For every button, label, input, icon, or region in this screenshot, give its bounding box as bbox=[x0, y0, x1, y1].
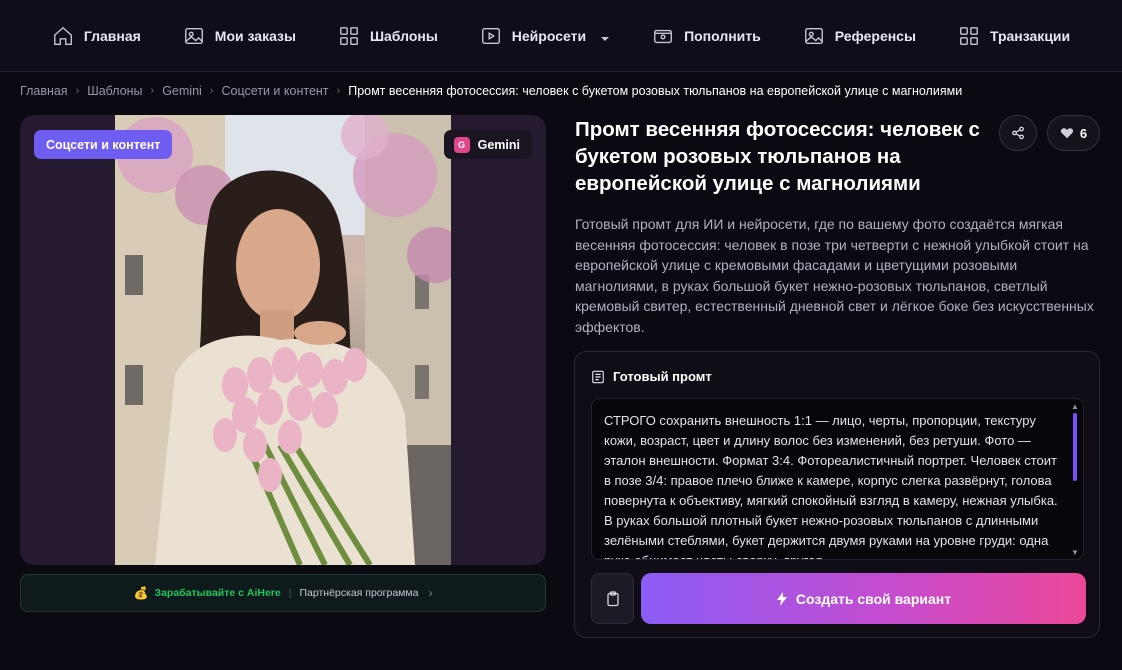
nav-list: Главная Мои заказы Шаблоны Нейросети Поп… bbox=[31, 16, 1091, 56]
scroll-down-icon[interactable]: ▼ bbox=[1071, 549, 1079, 557]
top-navigation: Главная Мои заказы Шаблоны Нейросети Поп… bbox=[0, 0, 1122, 72]
breadcrumb: Главная › Шаблоны › Gemini › Соцсети и к… bbox=[20, 83, 962, 99]
nav-item-top-up[interactable]: Пополнить bbox=[631, 16, 782, 56]
chevron-down-icon bbox=[600, 31, 610, 41]
nav-item-transactions[interactable]: Транзакции bbox=[937, 16, 1091, 56]
scroll-up-icon[interactable]: ▲ bbox=[1071, 403, 1079, 411]
copy-button[interactable] bbox=[591, 573, 634, 624]
divider: | bbox=[288, 587, 292, 599]
create-variant-label: Создать свой вариант bbox=[795, 590, 952, 607]
breadcrumb-link[interactable]: Шаблоны bbox=[87, 84, 142, 98]
prompt-textarea[interactable]: СТРОГО сохранить внешность 1:1 — лицо, ч… bbox=[591, 398, 1084, 560]
prompt-text: СТРОГО сохранить внешность 1:1 — лицо, ч… bbox=[604, 413, 1058, 559]
model-badge[interactable]: G Gemini bbox=[443, 130, 532, 159]
image-icon bbox=[184, 27, 203, 44]
page-title: Промт весенняя фотосессия: человек с бук… bbox=[575, 118, 980, 195]
play-icon bbox=[481, 27, 500, 44]
template-image-panel: Соцсети и контент G Gemini bbox=[20, 115, 546, 565]
lightning-icon bbox=[776, 591, 787, 606]
share-icon bbox=[1012, 126, 1024, 140]
grid-icon bbox=[340, 26, 358, 45]
category-badge[interactable]: Соцсети и контент bbox=[34, 130, 173, 159]
nav-label: Шаблоны bbox=[369, 27, 438, 44]
scroll-thumb[interactable] bbox=[1073, 413, 1077, 481]
prompt-scrollbar[interactable]: ▲ ▼ bbox=[1071, 403, 1079, 557]
share-button[interactable] bbox=[999, 115, 1037, 151]
nav-item-references[interactable]: Референсы bbox=[782, 16, 937, 56]
breadcrumb-link[interactable]: Соцсети и контент bbox=[221, 84, 328, 98]
nav-label: Пополнить bbox=[684, 27, 761, 44]
heart-icon bbox=[1060, 128, 1073, 139]
nav-item-neural-networks[interactable]: Нейросети bbox=[459, 16, 631, 56]
breadcrumb-link[interactable]: Главная bbox=[20, 84, 68, 98]
nav-item-templates[interactable]: Шаблоны bbox=[317, 16, 459, 56]
nav-label: Мои заказы bbox=[214, 27, 296, 44]
wallet-icon bbox=[654, 29, 672, 43]
document-icon bbox=[592, 370, 604, 383]
prompt-heading: Готовый промт bbox=[613, 369, 712, 384]
prompt-card: Готовый промт СТРОГО сохранить внешность… bbox=[574, 351, 1100, 638]
like-count: 6 bbox=[1079, 125, 1088, 141]
gemini-icon: G bbox=[453, 136, 470, 153]
template-photo[interactable] bbox=[115, 115, 451, 565]
nav-item-orders[interactable]: Мои заказы bbox=[162, 16, 317, 56]
model-badge-label: Gemini bbox=[477, 137, 520, 152]
photo-illustration bbox=[115, 115, 451, 565]
like-button[interactable]: 6 bbox=[1047, 115, 1100, 151]
money-bag-icon: 💰 bbox=[133, 586, 149, 600]
partner-program-banner[interactable]: 💰 Зарабатывайте с AiHere | Партнёрская п… bbox=[20, 574, 546, 612]
home-icon bbox=[53, 26, 72, 45]
prompt-header: Готовый промт bbox=[591, 369, 712, 384]
grid-icon bbox=[960, 26, 978, 45]
partner-earn-text: Зарабатывайте с AiHere bbox=[154, 587, 281, 599]
template-description: Готовый промт для ИИ и нейросети, где по… bbox=[575, 216, 1094, 335]
breadcrumb-current: Промт весенняя фотосессия: человек с бук… bbox=[348, 84, 963, 98]
clipboard-icon bbox=[606, 590, 619, 606]
nav-label: Транзакции bbox=[989, 27, 1071, 44]
nav-label: Референсы bbox=[834, 27, 916, 44]
image-icon bbox=[804, 27, 823, 44]
nav-item-home[interactable]: Главная bbox=[31, 16, 162, 56]
breadcrumb-separator: › bbox=[75, 85, 80, 97]
create-variant-button[interactable]: Создать свой вариант bbox=[641, 573, 1086, 624]
breadcrumb-link[interactable]: Gemini bbox=[162, 84, 202, 98]
nav-label: Нейросети bbox=[511, 27, 587, 44]
breadcrumb-separator: › bbox=[150, 85, 155, 97]
breadcrumb-separator: › bbox=[209, 85, 214, 97]
chevron-right-icon: › bbox=[428, 586, 433, 600]
partner-program-text: Партнёрская программа bbox=[299, 587, 419, 599]
nav-label: Главная bbox=[83, 27, 141, 44]
breadcrumb-separator: › bbox=[336, 85, 341, 97]
